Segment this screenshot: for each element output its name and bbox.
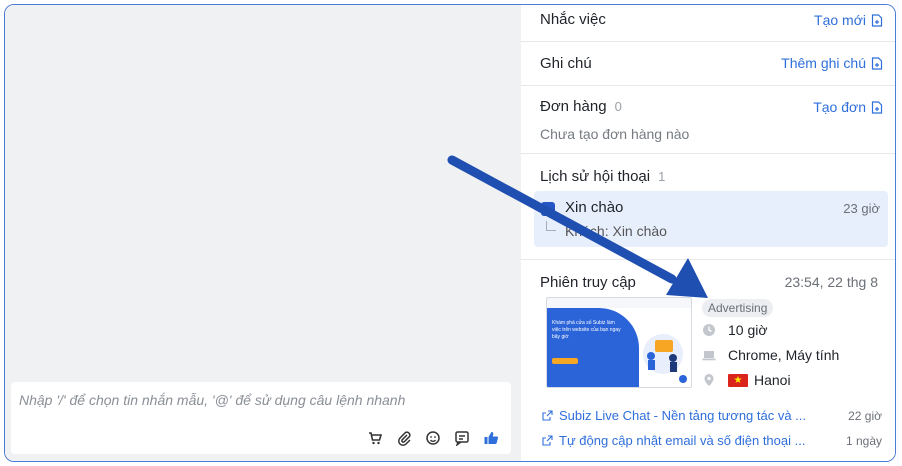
reminder-section: Nhắc việc Tạo mới xyxy=(521,5,895,42)
source-badge: Advertising xyxy=(702,299,774,317)
composer-toolbar xyxy=(367,430,499,446)
session-duration: 10 giờ xyxy=(702,322,768,338)
thumbnail-text: Khám phá cửa số Subiz làm việc trên webs… xyxy=(552,320,621,340)
visited-page-title: Tự động cập nhật email và số điện thoại … xyxy=(559,433,806,448)
visited-page-1[interactable]: Subiz Live Chat - Nền tảng tương tác và … xyxy=(542,408,882,423)
conversation-title: Xin chào xyxy=(565,199,624,216)
orders-title: Đơn hàng 0 xyxy=(540,98,622,115)
duration-text: 10 giờ xyxy=(728,322,768,338)
visited-page-time: 1 ngày xyxy=(845,433,882,448)
emoji-icon[interactable] xyxy=(425,430,441,446)
template-icon[interactable] xyxy=(454,430,470,446)
visited-page-title: Subiz Live Chat - Nền tảng tương tác và … xyxy=(559,408,807,423)
reminder-title: Nhắc việc xyxy=(540,11,606,28)
chat-bubble-icon xyxy=(679,375,687,383)
device-text: Chrome, Máy tính xyxy=(728,347,840,363)
cart-icon[interactable] xyxy=(367,430,383,446)
orders-section: Đơn hàng 0 Tạo đơn Chưa tạo đơn hàng nào xyxy=(521,86,895,154)
location-pin-icon xyxy=(702,373,716,387)
thread-connector xyxy=(546,221,556,231)
note-title: Ghi chú xyxy=(540,55,592,72)
attachment-icon[interactable] xyxy=(396,430,412,446)
add-doc-icon xyxy=(871,100,883,114)
visited-page-link[interactable]: Tự động cập nhật email và số điện thoại … xyxy=(542,433,805,448)
add-doc-icon xyxy=(871,13,883,27)
app-frame: Nhập '/' để chọn tin nhắn mẫu, '@' để sử… xyxy=(4,4,896,462)
thumbnail-header xyxy=(547,298,691,308)
history-title: Lịch sử hội thoại 1 xyxy=(540,168,665,185)
thumbnail-button xyxy=(552,358,578,364)
conversation-pane: Nhập '/' để chọn tin nhắn mẫu, '@' để sử… xyxy=(5,5,521,461)
note-section: Ghi chú Thêm ghi chú xyxy=(521,42,895,86)
like-icon[interactable] xyxy=(483,430,499,446)
clock-icon xyxy=(702,323,716,337)
history-conversation-item[interactable]: Xin chào Khách: Xin chào 23 giờ xyxy=(534,191,888,247)
reminder-create-label: Tạo mới xyxy=(814,12,866,28)
visited-page-2[interactable]: Tự động cập nhật email và số điện thoại … xyxy=(542,433,882,448)
location-text: Hanoi xyxy=(754,372,791,388)
reminder-create-link[interactable]: Tạo mới xyxy=(814,12,883,28)
history-title-label: Lịch sử hội thoại xyxy=(540,168,651,185)
add-note-label: Thêm ghi chú xyxy=(781,55,866,71)
page-thumbnail[interactable]: Khám phá cửa số Subiz làm việc trên webs… xyxy=(546,297,692,388)
session-title: Phiên truy cập xyxy=(540,274,636,291)
conversation-icon xyxy=(541,202,555,216)
add-note-link[interactable]: Thêm ghi chú xyxy=(781,55,883,71)
composer-placeholder[interactable]: Nhập '/' để chọn tin nhắn mẫu, '@' để sử… xyxy=(19,392,405,408)
session-location: ★ Hanoi xyxy=(702,372,791,388)
external-link-icon xyxy=(542,410,553,421)
create-order-label: Tạo đơn xyxy=(813,99,866,115)
orders-empty-text: Chưa tạo đơn hàng nào xyxy=(540,126,690,142)
history-count: 1 xyxy=(658,169,666,184)
location-value: ★ Hanoi xyxy=(728,372,791,388)
message-composer[interactable]: Nhập '/' để chọn tin nhắn mẫu, '@' để sử… xyxy=(11,382,511,454)
visited-page-link[interactable]: Subiz Live Chat - Nền tảng tương tác và … xyxy=(542,408,806,423)
orders-title-label: Đơn hàng xyxy=(540,98,607,115)
session-time: 23:54, 22 thg 8 xyxy=(784,274,878,290)
create-order-link[interactable]: Tạo đơn xyxy=(813,99,883,115)
external-link-icon xyxy=(542,435,553,446)
thumbnail-illustration xyxy=(643,334,683,374)
visited-page-time: 22 giờ xyxy=(848,408,882,423)
laptop-icon xyxy=(702,348,716,362)
session-device: Chrome, Máy tính xyxy=(702,347,839,363)
contact-sidebar: Nhắc việc Tạo mới Ghi chú Thêm ghi chú Đ… xyxy=(521,5,895,461)
vietnam-flag-icon: ★ xyxy=(728,373,748,387)
conversation-time: 23 giờ xyxy=(843,201,880,216)
conversation-preview: Khách: Xin chào xyxy=(565,223,667,239)
add-doc-icon xyxy=(871,56,883,70)
orders-count: 0 xyxy=(614,99,622,114)
